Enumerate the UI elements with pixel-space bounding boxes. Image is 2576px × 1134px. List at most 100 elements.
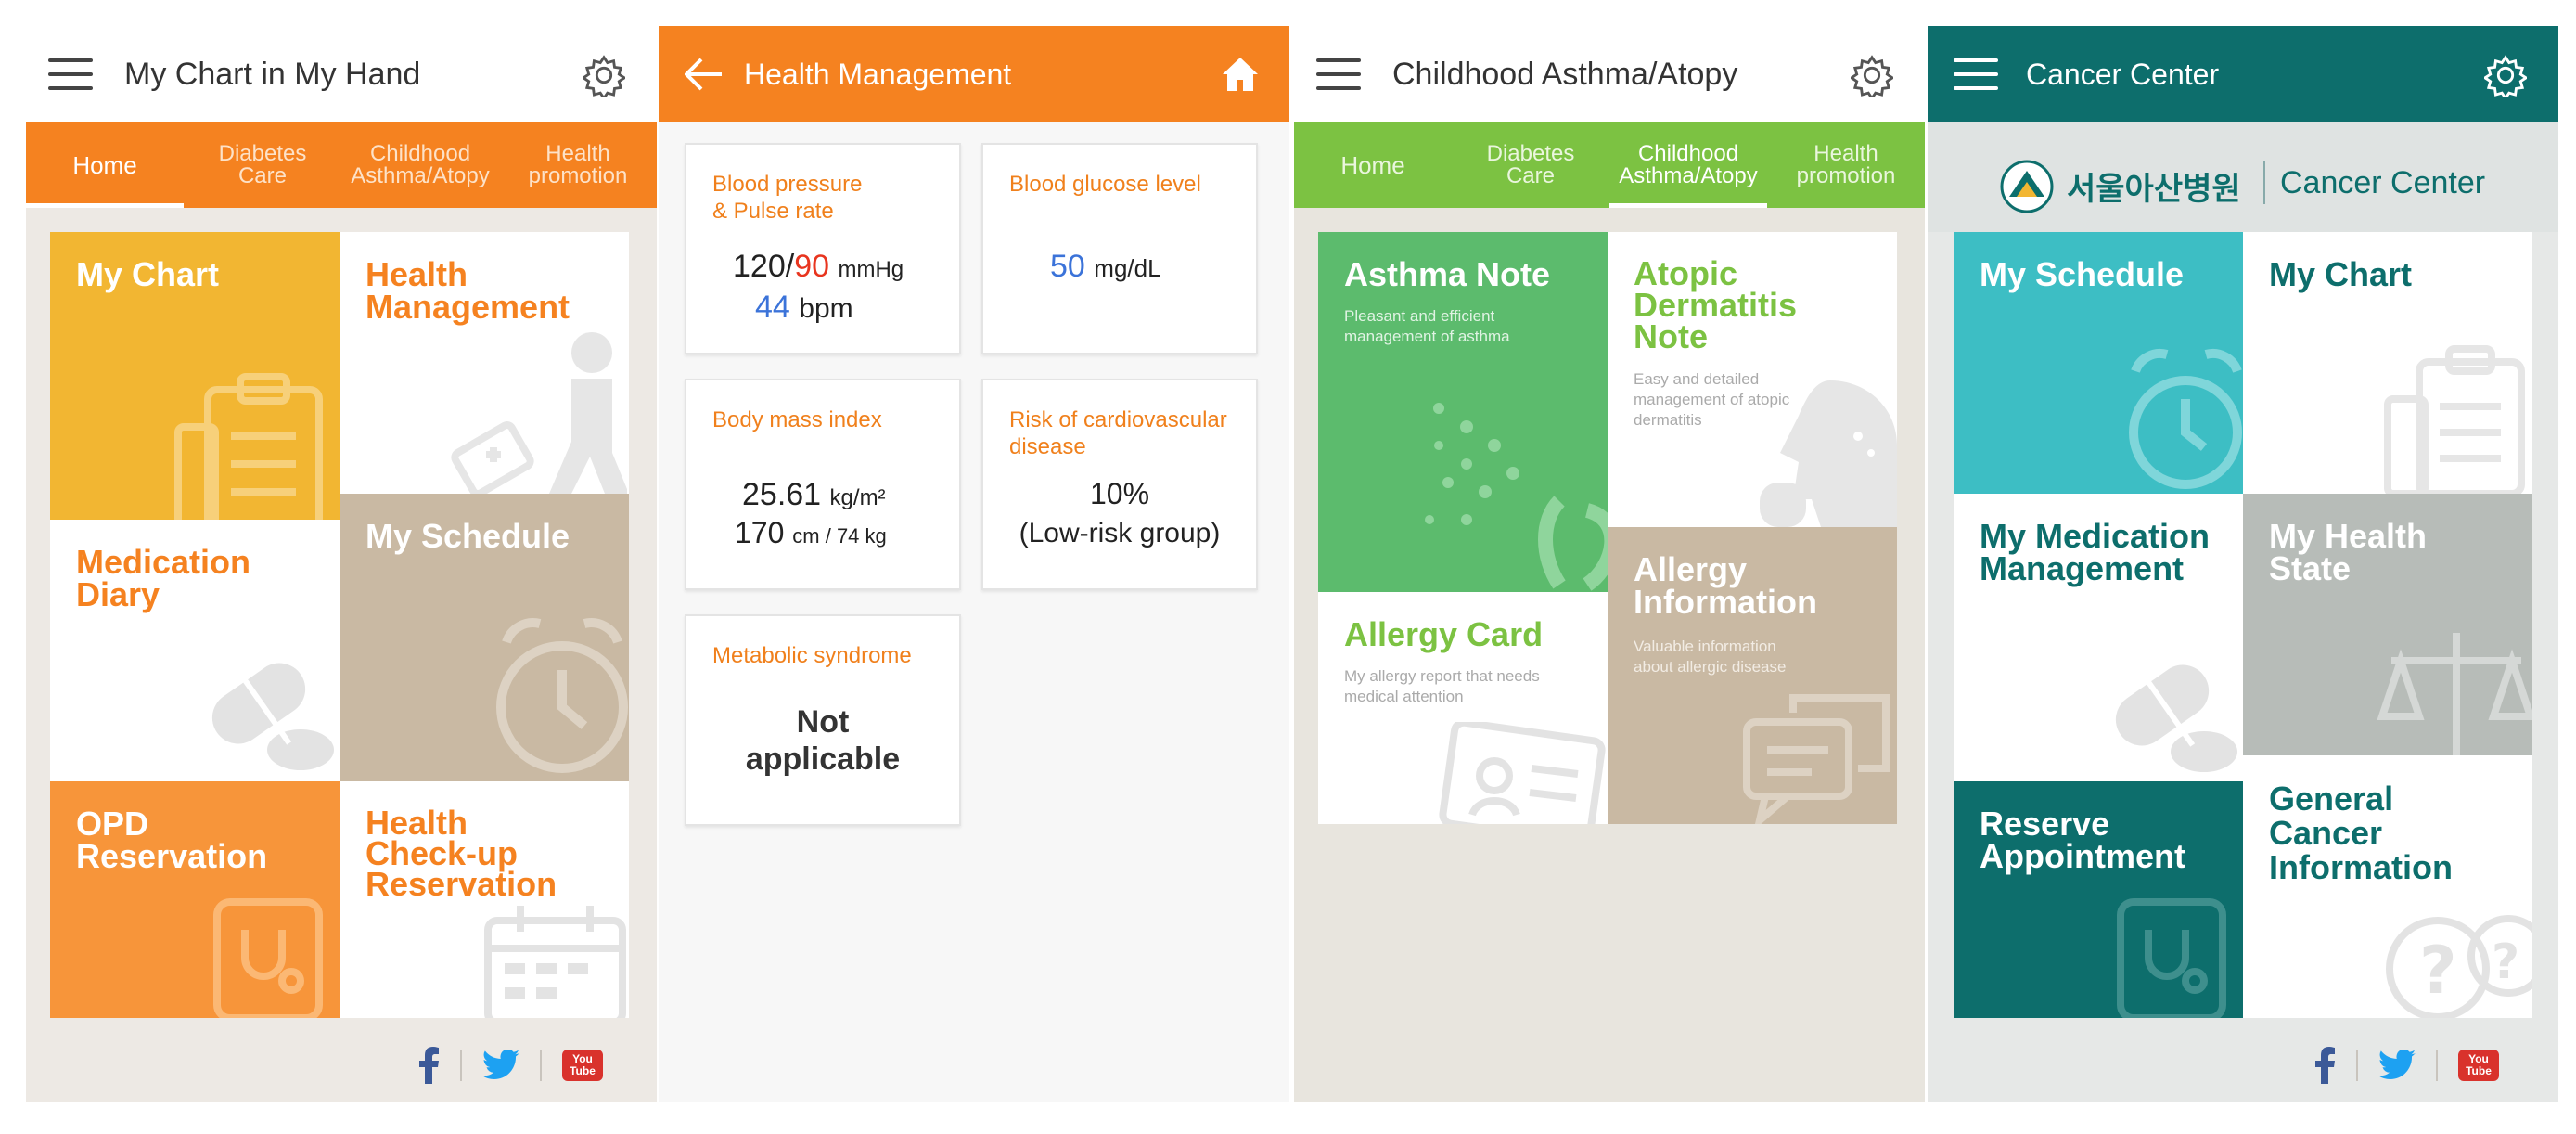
chat-bubbles-icon xyxy=(1743,694,1890,824)
settings-gear-icon[interactable] xyxy=(2484,54,2527,97)
pill-capsule-icon xyxy=(2115,664,2237,772)
home-icon[interactable] xyxy=(1223,58,1258,91)
card-label: Metabolic syndrome xyxy=(712,643,912,668)
tile-my-chart[interactable]: My Chart xyxy=(50,232,340,520)
tab-label: Home xyxy=(72,151,137,179)
tab-bar: Home Diabetes Care Childhood Asthma/Atopy … xyxy=(26,122,657,208)
card-blood-glucose[interactable]: Blood glucose level 50 mg/dL xyxy=(981,143,1258,354)
settings-gear-icon[interactable] xyxy=(1851,54,1893,97)
tab-health-promotion[interactable]: Health promotion xyxy=(1767,122,1925,208)
divider xyxy=(460,1050,462,1081)
twitter-icon[interactable] xyxy=(2378,1050,2416,1081)
social-links: You Tube xyxy=(419,1047,603,1084)
bmi-value: 25.61 xyxy=(742,477,822,512)
youtube-text: Tube xyxy=(570,1064,596,1077)
tile-title: Allergy Card xyxy=(1344,615,1544,653)
menu-icon[interactable] xyxy=(1316,58,1361,90)
tile-asthma-note[interactable]: Asthma Note Pleasant and efficient manage… xyxy=(1318,232,1608,592)
tile-title: OPD xyxy=(76,805,149,843)
youtube-icon[interactable]: You Tube xyxy=(562,1050,603,1081)
tile-my-chart[interactable]: My Chart xyxy=(2243,232,2532,494)
tile-medication-diary[interactable]: Medication Diary xyxy=(50,520,340,781)
menu-icon[interactable] xyxy=(48,58,93,90)
tab-diabetes-care[interactable]: Diabetes Care xyxy=(184,122,341,208)
tile-reserve-appointment[interactable]: Reserve Appointment xyxy=(1954,781,2243,1018)
tile-title: Information xyxy=(2269,848,2453,886)
tab-childhood-asthma[interactable]: Childhood Asthma/Atopy xyxy=(341,122,499,208)
height-value: 170 xyxy=(735,516,785,549)
tile-my-health-state[interactable]: My Health State xyxy=(2243,494,2532,781)
tile-title: My Medication xyxy=(1980,517,2211,555)
tab-label: promotion xyxy=(528,163,628,188)
tile-health-checkup-reservation[interactable]: Health Check-up Reservation xyxy=(340,781,629,1018)
walking-person-icon xyxy=(451,332,627,494)
tile-my-schedule[interactable]: My Schedule xyxy=(340,494,629,781)
divider xyxy=(2356,1050,2358,1081)
divider xyxy=(2263,161,2265,204)
app-title: Cancer Center xyxy=(2026,58,2220,91)
metabolic-value: Not xyxy=(796,704,850,740)
tile-title: Medication xyxy=(76,543,251,581)
tab-health-promotion[interactable]: Health promotion xyxy=(499,122,657,208)
metabolic-value: applicable xyxy=(745,741,901,777)
question-mark-icon: ?? xyxy=(2386,915,2532,1018)
menu-icon[interactable] xyxy=(1954,58,1998,90)
tile-opd-reservation[interactable]: OPD Reservation xyxy=(50,781,340,1018)
youtube-icon[interactable]: You Tube xyxy=(2458,1050,2499,1081)
tile-title: My Chart xyxy=(2269,255,2413,293)
tile-title: Health xyxy=(365,255,468,293)
card-cardiovascular-risk[interactable]: Risk of cardiovascular disease 10% (Low-r… xyxy=(981,379,1258,590)
tile-title: Management xyxy=(365,288,570,326)
screen-my-chart-in-my-hand: My Chart in My Hand Home Diabetes Care Ch… xyxy=(26,26,657,1102)
tile-my-schedule[interactable]: My Schedule xyxy=(1954,232,2243,494)
tab-label: Health xyxy=(545,141,610,166)
facebook-icon[interactable] xyxy=(2315,1047,2336,1084)
tile-title: Reservation xyxy=(76,837,268,875)
tile-my-medication-management[interactable]: My Medication Management xyxy=(1954,494,2243,781)
tile-title: Atopic xyxy=(1634,254,1737,292)
alarm-clock-icon xyxy=(2129,349,2242,489)
tile-title: Cancer xyxy=(2269,814,2383,852)
card-blood-pressure[interactable]: Blood pressure & Pulse rate 120/90 mmHg 4… xyxy=(685,143,961,354)
facebook-icon[interactable] xyxy=(419,1047,440,1084)
card-body-mass-index[interactable]: Body mass index 25.61 kg/m² 170 cm / 74 … xyxy=(685,379,961,590)
tab-home[interactable]: Home xyxy=(26,122,184,208)
alarm-clock-icon xyxy=(496,618,628,773)
pulse-unit: bpm xyxy=(799,293,853,324)
card-label: Risk of cardiovascular xyxy=(1009,407,1227,432)
tile-subtitle: My allergy report that needs xyxy=(1344,667,1540,685)
calendar-icon xyxy=(484,906,626,1018)
card-label: & Pulse rate xyxy=(712,199,834,224)
tile-title: Diary xyxy=(76,575,160,613)
tile-subtitle: Pleasant and efficient xyxy=(1344,307,1495,325)
tile-health-management[interactable]: Health Management xyxy=(340,232,629,494)
card-metabolic-syndrome[interactable]: Metabolic syndrome Not applicable xyxy=(685,614,961,826)
tile-general-cancer-information[interactable]: General Cancer Information ?? xyxy=(2243,755,2532,1018)
tab-label: promotion xyxy=(1796,163,1896,188)
diastolic-value: 90 xyxy=(794,249,830,284)
tile-title: General xyxy=(2269,780,2394,818)
tile-atopic-dermatitis-note[interactable]: Atopic Dermatitis Note Easy and detailed ma… xyxy=(1608,232,1897,527)
twitter-icon[interactable] xyxy=(482,1050,519,1081)
tile-title: State xyxy=(2269,549,2352,587)
tile-allergy-card[interactable]: Allergy Card My allergy report that need… xyxy=(1318,592,1608,824)
tab-home[interactable]: Home xyxy=(1294,122,1452,208)
app-title: My Chart in My Hand xyxy=(124,57,421,92)
divider xyxy=(540,1050,542,1081)
back-arrow-icon[interactable] xyxy=(685,58,722,91)
tab-label: Asthma/Atopy xyxy=(1619,163,1758,188)
pulse-value: 44 xyxy=(755,290,790,325)
tile-allergy-information[interactable]: Allergy Information Valuable information a… xyxy=(1608,527,1897,824)
tab-label: Childhood xyxy=(1637,141,1739,166)
app-bar: Childhood Asthma/Atopy xyxy=(1294,26,1925,122)
tab-diabetes-care[interactable]: Diabetes Care xyxy=(1452,122,1609,208)
glucose-unit: mg/dL xyxy=(1094,254,1161,282)
settings-gear-icon[interactable] xyxy=(583,54,625,97)
hospital-name-korean: 서울아산병원 xyxy=(2067,172,2241,207)
app-title: Health Management xyxy=(744,58,1012,91)
screen-cancer-center: Cancer Center 서울아산병원 Cancer Center My Sc… xyxy=(1928,26,2558,1102)
logo-banner: 서울아산병원 Cancer Center xyxy=(1928,122,2558,232)
tab-childhood-asthma[interactable]: Childhood Asthma/Atopy xyxy=(1609,122,1767,208)
risk-group: (Low-risk group) xyxy=(1019,518,1221,548)
tab-bar: Home Diabetes Care Childhood Asthma/Atopy … xyxy=(1294,122,1925,208)
